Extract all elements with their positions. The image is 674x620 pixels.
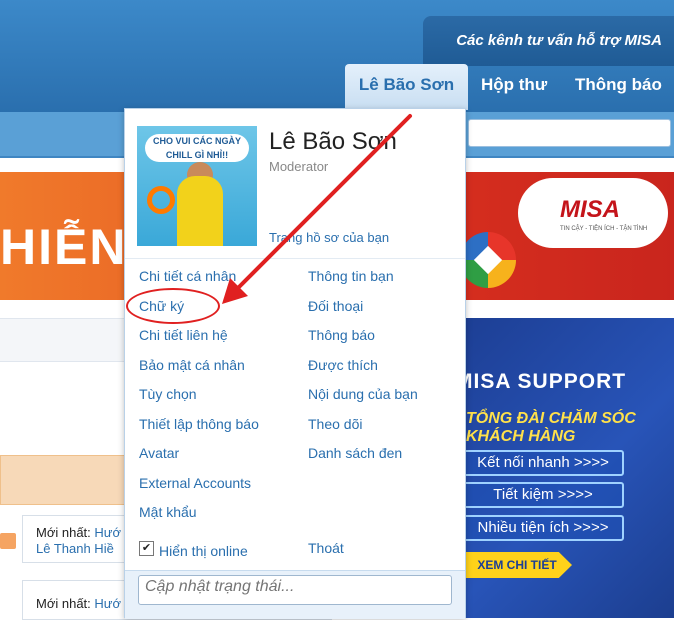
latest-post-link[interactable]: Hướ [94,596,121,611]
menu-username: Lê Bão Sơn [269,128,397,155]
ad-subtitle: TỔNG ĐÀI CHĂM SÓC KHÁCH HÀNG [466,410,636,445]
menu-item-alert-preferences[interactable]: Thiết lập thông báo [139,416,259,432]
menu-item-likes[interactable]: Được thích [308,357,378,373]
menu-user-role: Moderator [269,159,329,174]
ad-cta-button[interactable]: XEM CHI TIẾT [462,552,572,578]
menu-item-password[interactable]: Mật khẩu [139,504,197,520]
avatar-ring-graphic [147,186,175,214]
nav-notifications[interactable]: Thông báo [575,64,662,106]
menu-item-personal-details[interactable]: Chi tiết cá nhân [139,268,236,284]
latest-prefix: Mới nhất: [36,525,91,540]
menu-item-alerts[interactable]: Thông báo [308,327,375,343]
nav-user-tab[interactable]: Lê Bão Sơn [345,64,468,110]
latest-post-line: Mới nhất: Hướ [36,596,121,611]
menu-item-ignore-list[interactable]: Danh sách đen [308,445,402,461]
avatar[interactable]: CHO VUI CÁC NGÀY CHILL GÌ NHỈ!! [137,126,257,246]
menu-item-your-profile[interactable]: Thông tin bạn [308,268,394,284]
misa-tagline: TIN CẬY - TIỆN ÍCH - TẬN TÌNH [560,226,648,232]
menu-item-avatar[interactable]: Avatar [139,445,179,461]
misa-logo: MISA [560,196,620,223]
forum-section-header [0,318,130,362]
avatar-caption: CHO VUI CÁC NGÀY CHILL GÌ NHỈ!! [145,134,249,162]
menu-item-your-content[interactable]: Nội dung của bạn [308,386,418,402]
search-input[interactable] [468,119,671,147]
menu-item-contact-details[interactable]: Chi tiết liên hệ [139,327,228,343]
avatar-body [177,176,223,246]
menu-item-conversations[interactable]: Đối thoại [308,298,363,314]
support-channels-tab[interactable]: Các kênh tư vấn hỗ trợ MISA [423,16,674,66]
menu-item-watched[interactable]: Theo dõi [308,416,362,432]
menu-divider [125,258,465,259]
latest-post-author[interactable]: Lê Thanh Hiề [36,541,114,556]
logout-link[interactable]: Thoát [308,540,344,556]
signature-highlight-circle [126,288,220,324]
latest-prefix: Mới nhất: [36,596,91,611]
show-online-checkbox[interactable]: ✔ [139,541,154,556]
rss-icon[interactable] [0,533,16,549]
ad-feature-badge: Nhiều tiện ích >>>> [462,515,624,541]
ad-title: MISA SUPPORT [455,370,627,393]
menu-item-privacy[interactable]: Bảo mật cá nhân [139,357,245,373]
latest-post-link[interactable]: Hướ [94,525,121,540]
status-update-input[interactable] [138,575,452,605]
banner-text: HIỄN [0,219,128,275]
latest-post-line: Mới nhất: Hướ [36,525,121,540]
nav-inbox[interactable]: Hộp thư [481,64,547,106]
profile-page-link[interactable]: Trang hồ sơ của bạn [269,230,389,245]
show-online-label[interactable]: Hiển thị online [159,543,248,559]
ad-feature-badge: Kết nối nhanh >>>> [462,450,624,476]
menu-item-preferences[interactable]: Tùy chọn [139,386,197,402]
menu-item-external-accounts[interactable]: External Accounts [139,475,251,491]
ad-feature-badge: Tiết kiệm >>>> [462,482,624,508]
